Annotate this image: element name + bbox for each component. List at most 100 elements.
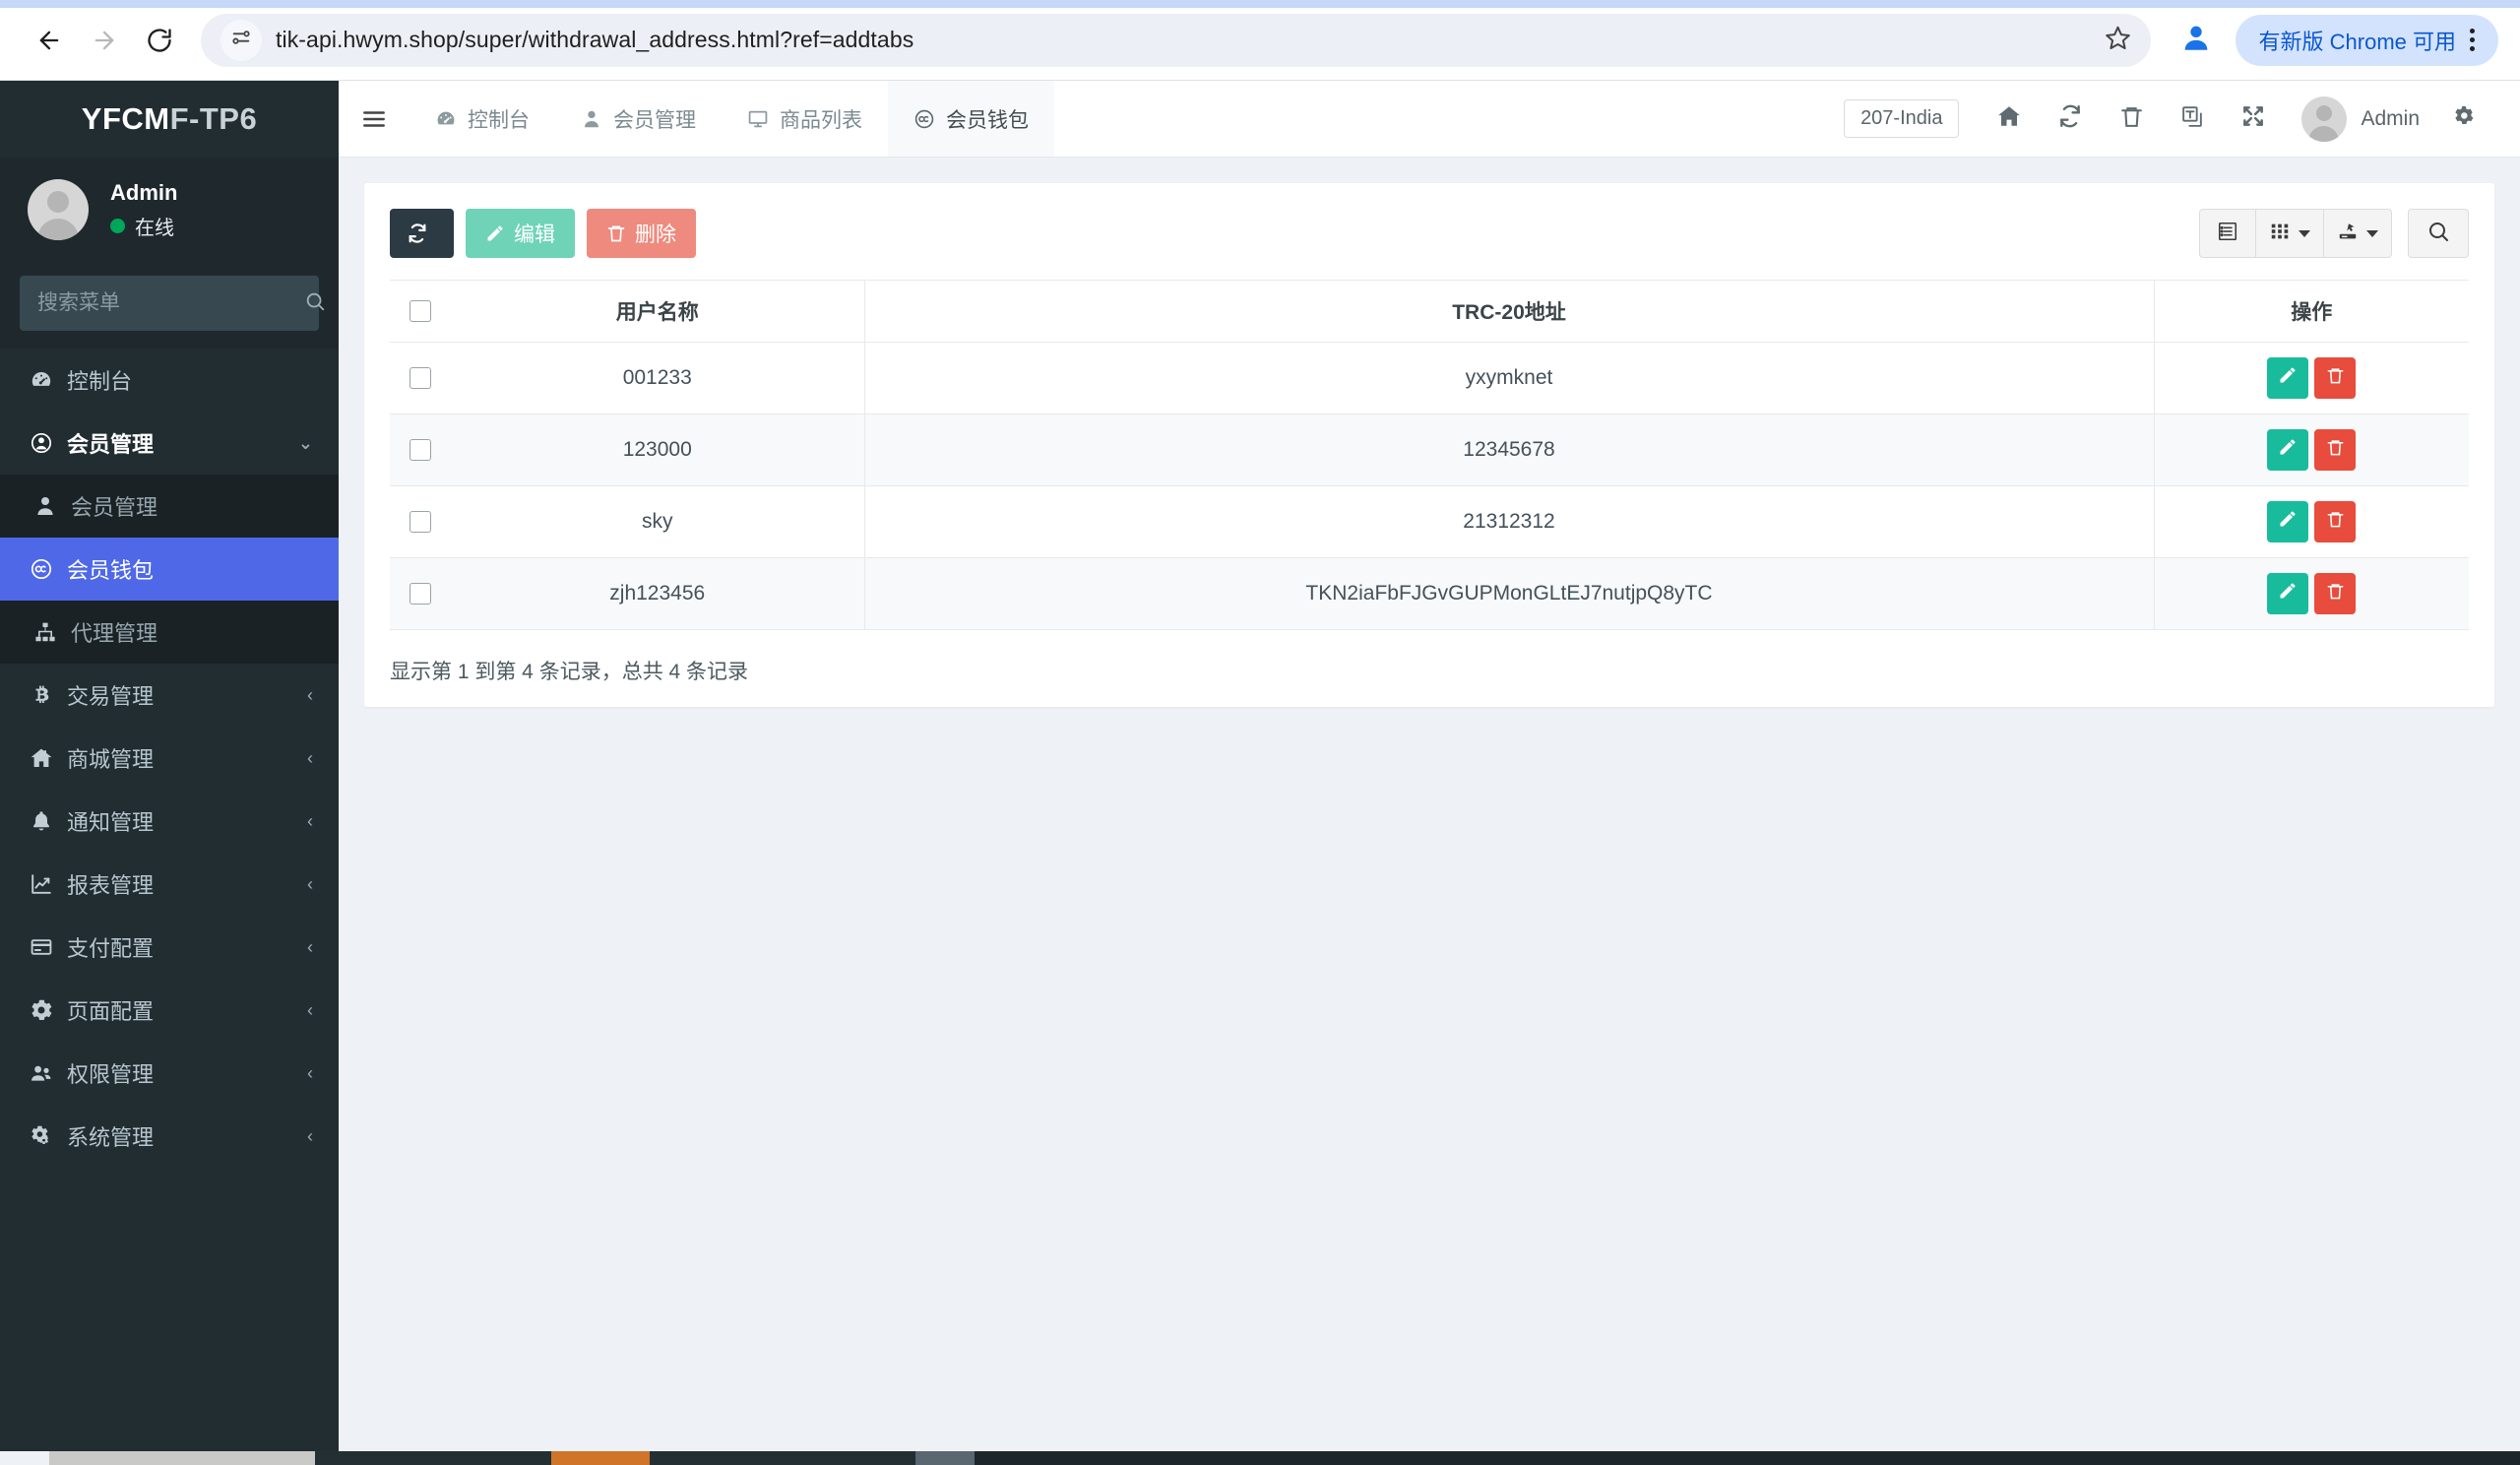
topbar-settings-button[interactable] [2433,89,2494,150]
row-edit-button[interactable] [2267,573,2309,614]
topbar-refresh-button[interactable] [2040,89,2101,150]
topbar-user-menu[interactable]: Admin [2284,96,2433,142]
topbar-fullscreen-button[interactable] [2223,89,2284,150]
trash-icon [2326,582,2345,606]
bell-icon [30,809,67,833]
row-select-cell[interactable] [390,485,451,558]
columns-button[interactable] [2256,209,2324,258]
sidebar-item-label: 通知管理 [67,810,155,835]
export-button[interactable] [2324,209,2392,258]
user-circle-icon [30,431,67,455]
dashboard-icon [30,368,67,392]
profile-button[interactable] [2173,17,2220,64]
sidebar-item-3[interactable]: 会员管理 [0,475,339,538]
topbar-clear-cache-button[interactable] [2101,89,2162,150]
sidebar-item-12[interactable]: 权限管理 ‹ [0,1042,339,1105]
address-bar[interactable]: tik-api.hwym.shop/super/withdrawal_addre… [201,13,2151,67]
site-settings-icon [230,27,252,53]
three-dot-menu-icon[interactable] [2456,29,2488,51]
url-text[interactable]: tik-api.hwym.shop/super/withdrawal_addre… [276,27,914,53]
topbar-home-button[interactable] [1979,89,2040,150]
table-row[interactable]: 123000 12345678 [390,414,2469,486]
region-badge[interactable]: 207-India [1844,99,1960,138]
home-icon [1996,103,2022,134]
sidebar-item-10[interactable]: 支付配置 ‹ [0,916,339,979]
sidebar-item-8[interactable]: 通知管理 ‹ [0,790,339,853]
sidebar-user-panel[interactable]: Admin 在线 [0,158,339,262]
row-delete-button[interactable] [2314,429,2357,471]
column-header-username[interactable]: 用户名称 [451,280,865,343]
column-header-address[interactable]: TRC-20地址 [864,280,2155,343]
content-area: 编辑 删除 用户名称 TRC-20地址 操作 001233 yxymknet 1… [339,158,2520,1451]
avatar [2301,96,2348,142]
forward-button[interactable] [77,13,132,68]
cell-username: zjh123456 [451,557,865,630]
refresh-button[interactable] [390,209,454,258]
pencil-icon [485,223,505,243]
search-icon[interactable] [304,290,326,317]
sidebar-item-6[interactable]: 交易管理 ‹ [0,664,339,727]
tab-4[interactable]: 会员钱包 [888,81,1054,157]
table-row[interactable]: 001233 yxymknet [390,342,2469,414]
delete-button-label: 删除 [635,223,676,246]
row-action-group [2163,357,2462,399]
tab-label: 控制台 [468,108,530,132]
tab-2[interactable]: 会员管理 [555,81,722,157]
row-edit-button[interactable] [2267,501,2309,542]
sidebar-item-7[interactable]: 商城管理 ‹ [0,727,339,790]
detail-view-button[interactable] [2199,209,2256,258]
back-button[interactable] [22,13,77,68]
refresh-icon [2057,103,2083,134]
chevron-left-icon: ‹ [307,936,313,957]
sidebar-item-2[interactable]: 会员管理 ⌄ [0,412,339,475]
site-info-button[interactable] [220,19,262,61]
sidebar-item-4[interactable]: 会员钱包 [0,538,339,601]
tab-3[interactable]: 商品列表 [722,81,888,157]
bookmark-star-icon[interactable] [2089,25,2131,56]
delete-button[interactable]: 删除 [587,209,696,258]
tab-1[interactable]: 控制台 [410,81,555,157]
table-search-button[interactable] [2408,209,2469,258]
row-select-cell[interactable] [390,342,451,414]
row-select-cell[interactable] [390,557,451,630]
row-checkbox[interactable] [410,367,431,390]
search-input[interactable] [37,291,304,315]
topbar-language-button[interactable] [2162,89,2223,150]
row-checkbox[interactable] [410,511,431,534]
row-delete-button[interactable] [2314,573,2357,614]
chrome-update-button[interactable]: 有新版 Chrome 可用 [2235,14,2498,66]
sidebar-item-11[interactable]: 页面配置 ‹ [0,979,339,1042]
app-logo[interactable]: YFCM F-TP6 [0,81,339,158]
sidebar-item-label: 控制台 [67,369,133,394]
hamburger-menu-icon[interactable] [339,81,410,157]
sitemap-icon [33,620,71,644]
edit-button[interactable]: 编辑 [466,209,575,258]
reload-button[interactable] [132,13,187,68]
refresh-icon [407,223,428,244]
select-all-checkbox[interactable] [410,300,431,323]
sidebar-item-9[interactable]: 报表管理 ‹ [0,853,339,916]
row-select-cell[interactable] [390,414,451,486]
select-all-header[interactable] [390,280,451,343]
row-edit-button[interactable] [2267,429,2309,471]
sidebar-item-13[interactable]: 系统管理 ‹ [0,1105,339,1168]
sidebar-item-1[interactable]: 控制台 [0,349,339,412]
row-checkbox[interactable] [410,583,431,605]
chart-line-icon [30,872,67,896]
row-delete-button[interactable] [2314,357,2357,399]
browser-chrome: tik-api.hwym.shop/super/withdrawal_addre… [0,0,2520,81]
chevron-left-icon: ‹ [307,873,313,894]
menu-search-box[interactable] [20,276,325,331]
reload-icon [146,27,173,54]
row-delete-button[interactable] [2314,501,2357,542]
sidebar-item-5[interactable]: 代理管理 [0,601,339,664]
table-row[interactable]: sky 21312312 [390,485,2469,558]
users-icon [30,1061,67,1085]
cc-wallet-icon [914,108,935,130]
table-row[interactable]: zjh123456 TKN2iaFbFJGvGUPMonGLtEJ7nutjpQ8… [390,557,2469,630]
row-checkbox[interactable] [410,439,431,462]
cell-actions [2154,557,2469,630]
sidebar-item-label: 支付配置 [67,936,155,961]
topbar-username: Admin [2361,106,2420,130]
row-edit-button[interactable] [2267,357,2309,399]
